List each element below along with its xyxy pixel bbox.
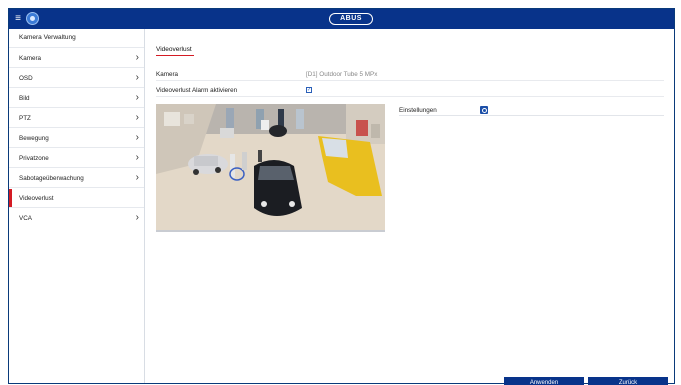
sidebar-item-label: Bild (19, 95, 30, 102)
camera-row: Kamera [D1] Outdoor Tube 5 MPx (156, 69, 664, 81)
settings-icon[interactable] (480, 106, 488, 114)
top-bar: ≡ ABUS (9, 9, 674, 29)
app-window: ≡ ABUS Kamera Verwaltung Kamera › OSD › … (8, 8, 675, 385)
sidebar: Kamera Verwaltung Kamera › OSD › Bild › … (9, 29, 145, 383)
camera-value: [D1] Outdoor Tube 5 MPx (306, 71, 378, 78)
divider (399, 115, 664, 116)
back-button[interactable]: Zurück (588, 377, 668, 385)
chevron-right-icon: › (135, 52, 139, 63)
sidebar-item-privatzone[interactable]: Privatzone › (9, 147, 144, 167)
alarm-checkbox[interactable]: ✓ (306, 87, 312, 93)
sidebar-item-label: PTZ (19, 115, 31, 122)
tab-videoverlust[interactable]: Videoverlust (156, 46, 192, 53)
sidebar-item-label: Kamera (19, 55, 42, 62)
chevron-right-icon: › (135, 72, 139, 83)
sidebar-item-bewegung[interactable]: Bewegung › (9, 127, 144, 147)
camera-preview-image (156, 104, 385, 232)
sidebar-item-label: Sabotageüberwachung (19, 175, 84, 182)
apply-button[interactable]: Anwenden (504, 377, 584, 385)
sidebar-title: Kamera Verwaltung (19, 34, 76, 41)
sidebar-item-label: Videoverlust (19, 195, 54, 202)
sidebar-item-osd[interactable]: OSD › (9, 67, 144, 87)
sidebar-item-bild[interactable]: Bild › (9, 87, 144, 107)
home-icon[interactable] (26, 12, 39, 25)
sidebar-item-vca[interactable]: VCA › (9, 207, 144, 227)
sidebar-item-label: VCA (19, 215, 32, 222)
chevron-right-icon: › (135, 212, 139, 223)
sidebar-item-label: Privatzone (19, 155, 49, 162)
chevron-right-icon: › (135, 112, 139, 123)
sidebar-item-sabotage[interactable]: Sabotageüberwachung › (9, 167, 144, 187)
sidebar-item-videoverlust[interactable]: Videoverlust (9, 187, 144, 207)
camera-label: Kamera (156, 71, 179, 78)
parking-garage-scene (156, 104, 385, 230)
sidebar-item-kamera[interactable]: Kamera › (9, 47, 144, 67)
brand-logo: ABUS (329, 13, 373, 25)
alarm-row: Videoverlust Alarm aktivieren ✓ (156, 85, 664, 97)
sidebar-item-label: OSD (19, 75, 33, 82)
chevron-right-icon: › (135, 152, 139, 163)
sidebar-item-ptz[interactable]: PTZ › (9, 107, 144, 127)
settings-label: Einstellungen (399, 107, 437, 114)
active-tab-indicator (156, 55, 194, 56)
main-panel: Videoverlust Kamera [D1] Outdoor Tube 5 … (146, 29, 674, 385)
alarm-label: Videoverlust Alarm aktivieren (156, 87, 238, 94)
chevron-right-icon: › (135, 172, 139, 183)
chevron-right-icon: › (135, 132, 139, 143)
chevron-right-icon: › (135, 92, 139, 103)
sidebar-item-label: Bewegung (19, 135, 49, 142)
hamburger-icon[interactable]: ≡ (12, 13, 24, 25)
